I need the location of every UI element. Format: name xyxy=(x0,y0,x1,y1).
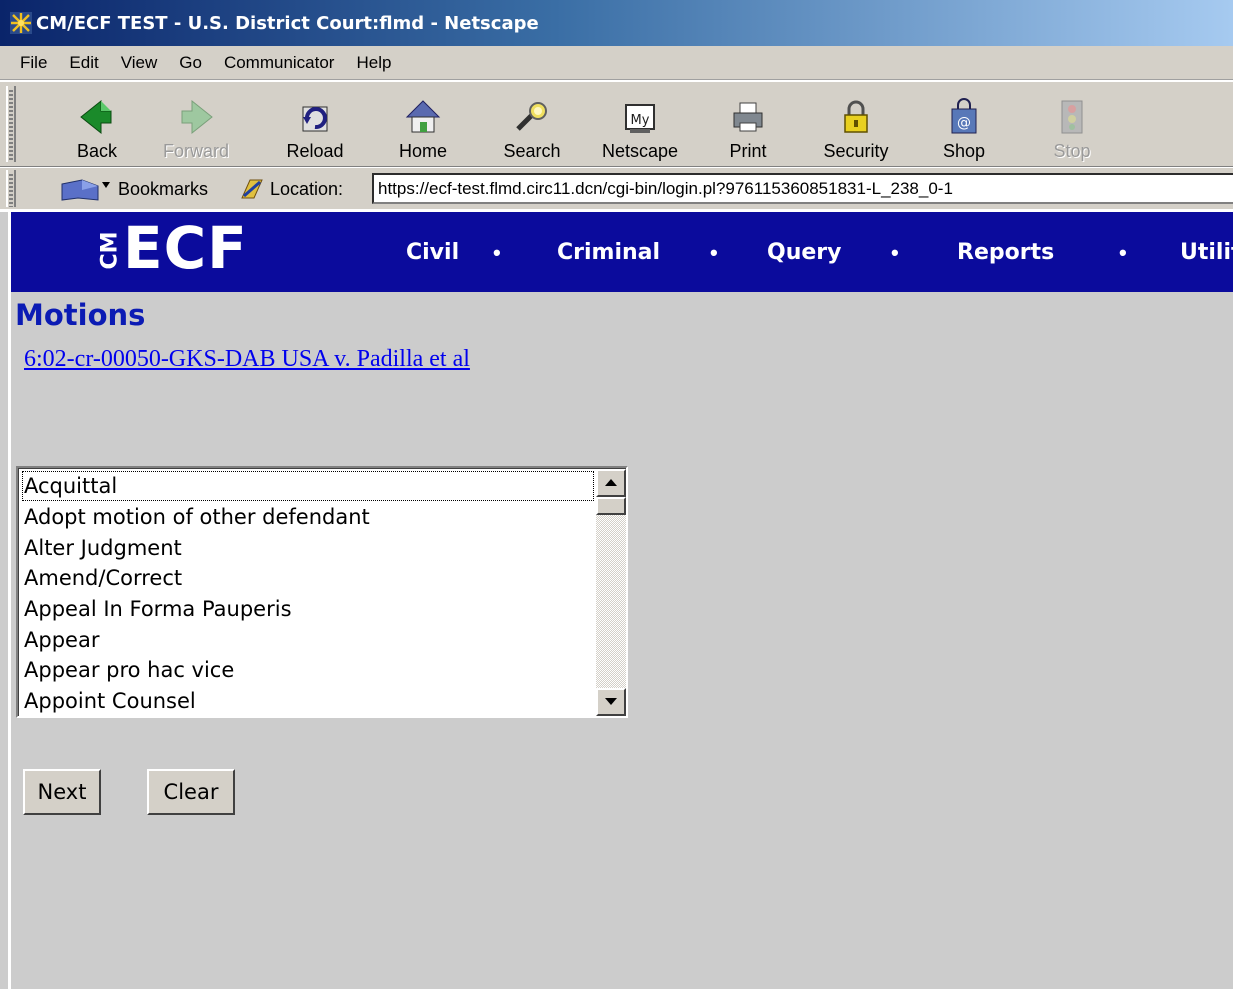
list-item-amend-correct[interactable]: Amend/Correct xyxy=(24,563,182,593)
my-netscape-icon: My xyxy=(625,104,655,133)
menu-communicator[interactable]: Communicator xyxy=(213,53,346,73)
home-icon xyxy=(405,100,441,133)
scroll-down-arrow-icon xyxy=(605,698,617,705)
list-item-adopt-motion[interactable]: Adopt motion of other defendant xyxy=(24,502,370,532)
home-button[interactable]: Home xyxy=(373,90,473,162)
nav-criminal[interactable]: Criminal xyxy=(557,240,660,265)
location-label-group: Location: xyxy=(238,174,343,204)
reload-icon xyxy=(302,106,328,132)
svg-text:@: @ xyxy=(957,115,971,131)
back-label: Back xyxy=(76,141,118,161)
ecf-logo-prefix: CM xyxy=(97,231,123,270)
scroll-track[interactable] xyxy=(596,497,626,688)
scroll-up-arrow-icon xyxy=(605,479,617,486)
bookmarks-icon xyxy=(61,179,110,201)
reload-label: Reload xyxy=(286,141,344,161)
scroll-up-button[interactable] xyxy=(596,469,626,497)
clear-button[interactable]: Clear xyxy=(147,769,235,815)
location-toolbar-grip[interactable] xyxy=(6,170,16,207)
scroll-down-button[interactable] xyxy=(596,688,626,716)
bookmarks-label: Bookmarks xyxy=(118,178,209,199)
list-item-acquittal[interactable]: Acquittal xyxy=(22,471,594,501)
motion-listbox-frame: Acquittal Adopt motion of other defendan… xyxy=(18,468,626,716)
nav-separator: • xyxy=(493,240,501,265)
svg-text:My: My xyxy=(631,113,650,128)
security-label: Security xyxy=(823,141,889,161)
nav-separator: • xyxy=(1119,240,1127,265)
case-link[interactable]: 6:02-cr-00050-GKS-DAB USA v. Padilla et … xyxy=(24,346,470,373)
nav-separator: • xyxy=(710,240,718,265)
page-title: Motions xyxy=(15,298,146,332)
my-netscape-button[interactable]: My Netscape xyxy=(590,90,690,162)
search-label: Search xyxy=(503,141,561,161)
shop-bag-icon: @ xyxy=(951,98,977,134)
window-title: CM/ECF TEST - U.S. District Court:flmd -… xyxy=(36,12,539,34)
padlock-icon xyxy=(844,100,868,133)
motion-listbox[interactable]: Acquittal Adopt motion of other defendan… xyxy=(16,466,628,718)
print-label: Print xyxy=(729,141,767,161)
scroll-thumb[interactable] xyxy=(596,497,626,515)
reload-button[interactable]: Reload xyxy=(265,90,365,162)
netscape-app-icon xyxy=(10,12,32,34)
search-button[interactable]: Search xyxy=(482,90,582,162)
menu-go[interactable]: Go xyxy=(168,53,213,73)
list-item-appoint-counsel[interactable]: Appoint Counsel xyxy=(24,686,196,716)
list-item-alter-judgment[interactable]: Alter Judgment xyxy=(24,533,182,563)
menu-view[interactable]: View xyxy=(110,53,169,73)
toolbar-grip[interactable] xyxy=(6,86,16,162)
content-frame-edge xyxy=(8,212,11,989)
list-item-appeal-ifp[interactable]: Appeal In Forma Pauperis xyxy=(24,594,292,624)
nav-utilities[interactable]: Utilit xyxy=(1180,240,1233,265)
forward-label: Forward xyxy=(162,141,229,161)
ecf-logo-text: ECF xyxy=(123,214,248,282)
list-item-appear[interactable]: Appear xyxy=(24,625,99,655)
stop-icon xyxy=(1061,100,1083,134)
next-button[interactable]: Next xyxy=(23,769,101,815)
location-toolbar: Bookmarks Location: xyxy=(0,167,1233,209)
menu-help[interactable]: Help xyxy=(345,53,402,73)
menu-bar: File Edit View Go Communicator Help xyxy=(0,46,1233,80)
menu-file[interactable]: File xyxy=(0,53,58,73)
stop-label: Stop xyxy=(1053,141,1091,161)
navigation-toolbar: Back Forward Reload Home Search My Netsc… xyxy=(0,81,1233,167)
window-title-bar[interactable]: CM/ECF TEST - U.S. District Court:flmd -… xyxy=(0,0,1233,46)
bookmarks-button[interactable]: Bookmarks xyxy=(60,174,208,204)
forward-arrow-icon xyxy=(181,99,213,135)
ecf-banner: CM ECF Civil • Criminal • Query • Report… xyxy=(11,212,1233,292)
location-label: Location: xyxy=(270,178,344,199)
security-button[interactable]: Security xyxy=(806,90,906,162)
listbox-scrollbar[interactable] xyxy=(596,469,626,716)
shop-label: Shop xyxy=(942,141,986,161)
home-label: Home xyxy=(398,141,447,161)
list-item-appear-pro-hac-vice[interactable]: Appear pro hac vice xyxy=(24,655,234,685)
page-proxy-icon[interactable] xyxy=(238,176,266,202)
nav-separator: • xyxy=(891,240,899,265)
print-button[interactable]: Print xyxy=(698,90,798,162)
page-content: CM ECF Civil • Criminal • Query • Report… xyxy=(0,212,1233,989)
url-input[interactable] xyxy=(372,173,1233,204)
printer-icon xyxy=(733,102,763,132)
nav-query[interactable]: Query xyxy=(767,240,841,265)
nav-reports[interactable]: Reports xyxy=(957,240,1054,265)
nav-civil[interactable]: Civil xyxy=(406,240,459,265)
forward-button[interactable]: Forward xyxy=(146,90,246,162)
menu-edit[interactable]: Edit xyxy=(58,53,109,73)
back-button[interactable]: Back xyxy=(47,90,147,162)
search-icon xyxy=(516,102,547,131)
shop-button[interactable]: @ Shop xyxy=(914,90,1014,162)
my-netscape-label: Netscape xyxy=(601,141,679,161)
stop-button[interactable]: Stop xyxy=(1022,90,1122,162)
back-arrow-icon xyxy=(80,99,112,135)
